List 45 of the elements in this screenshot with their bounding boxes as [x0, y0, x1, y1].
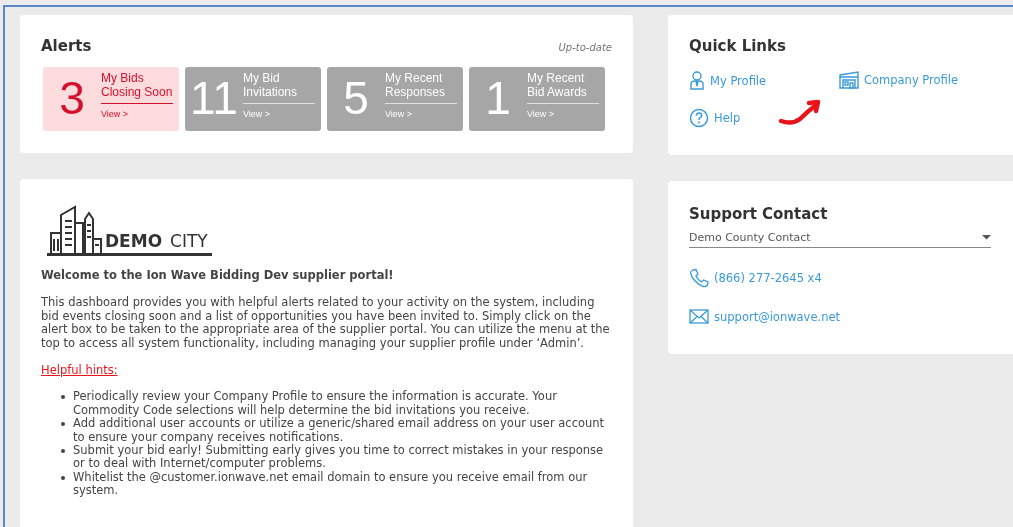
alert-label: My Recent Responses [385, 71, 457, 104]
help-icon [689, 108, 709, 128]
alert-tile[interactable]: 3 My Bids Closing Soon View > [43, 67, 179, 131]
view-link[interactable]: View > [243, 109, 271, 119]
alert-count: 1 [484, 71, 512, 126]
hint-text: Add additional user accounts or utilize a generic/shared email address on your user account to ensure your company receives notifications. [73, 417, 606, 445]
welcome-heading: Welcome to the Ion Wave Bidding Dev supplier portal! [41, 269, 395, 283]
intro-paragraph: This dashboard provides you with helpful alerts related to your activity on the system, including bid events closing soon and a list of opportunities you have been invited to. Simply click on the alert box to be taken to the appropriate area of the supplier portal. You can utilize the menu at the top to access all system functionality, including managing your supplier profile under ‘Admin’. [41, 296, 611, 351]
logo-text: DEMO [105, 232, 163, 250]
logo-text: CITY [170, 232, 208, 250]
arrow-annotation [778, 99, 822, 127]
card-title: Support Contact [689, 205, 829, 223]
alert-label: My Bid Invitations [243, 71, 315, 104]
contact-dropdown[interactable]: Demo County Contact [689, 231, 991, 248]
hints-link[interactable]: Helpful hints: [41, 364, 118, 378]
card-title: Alerts [41, 37, 92, 55]
caret-icon [982, 235, 991, 240]
alert-count: 11 [189, 71, 239, 126]
alert-tile[interactable]: 5 My Recent Responses View > [327, 67, 463, 131]
alert-count: 3 [58, 71, 86, 126]
bullet-icon [61, 475, 65, 480]
bullet-icon [61, 449, 65, 454]
view-link[interactable]: View > [527, 109, 555, 119]
person-icon [689, 71, 705, 90]
hint-text: Submit your bid early! Submitting early gives you time to correct mistakes in your response or to deal with Internet/computer problems. [73, 444, 605, 471]
alert-count: 5 [342, 71, 370, 126]
view-link[interactable]: View > [101, 109, 129, 119]
quick-link[interactable]: Company Profile [864, 73, 959, 87]
phone-icon [689, 268, 709, 288]
alert-label: My Recent Bid Awards [527, 71, 599, 104]
view-link[interactable]: View > [385, 109, 413, 119]
email-icon [689, 309, 709, 324]
building-icon [839, 71, 859, 89]
card-title: Quick Links [689, 37, 787, 55]
alert-label: My Bids Closing Soon [101, 71, 173, 104]
quick-link[interactable]: Help [714, 111, 741, 125]
quick-link[interactable]: My Profile [710, 73, 767, 88]
bullet-icon [61, 422, 65, 427]
hint-text: Whitelist the @customer.ionwave.net email domain to ensure you receive email from our system. [73, 470, 589, 498]
status-text: Up-to-date [558, 42, 612, 53]
contact-link[interactable]: (866) 277-2645 x4 [714, 271, 822, 285]
alert-tile[interactable]: 1 My Recent Bid Awards View > [469, 67, 605, 131]
contact-link[interactable]: support@ionwave.net [714, 309, 841, 324]
bullet-icon [61, 395, 65, 400]
hint-text: Periodically review your Company Profile to ensure the information is accurate. Your Commodity Code selections will help determine the bid invitations you receive. [73, 390, 558, 418]
